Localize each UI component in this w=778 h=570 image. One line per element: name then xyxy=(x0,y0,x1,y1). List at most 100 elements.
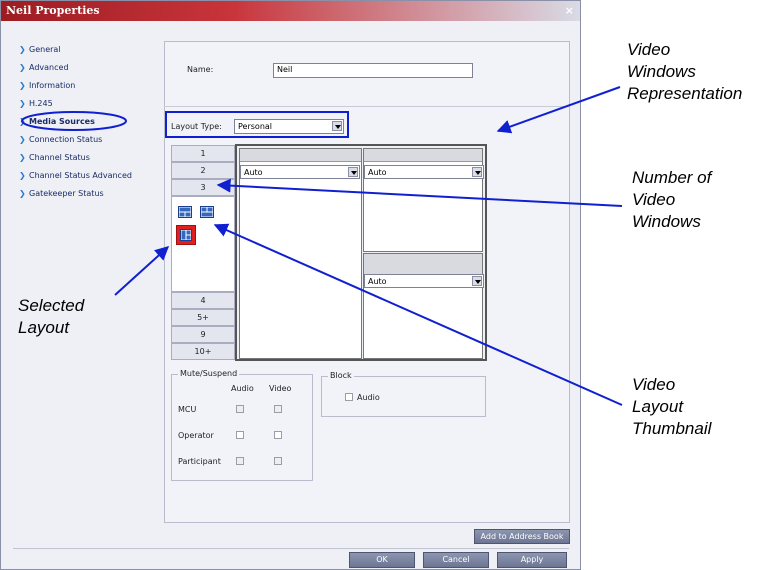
close-icon[interactable]: × xyxy=(565,4,574,17)
layout-type-select[interactable]: Personal xyxy=(234,119,344,134)
block-audio-label: Audio xyxy=(357,393,380,402)
apply-button[interactable]: Apply xyxy=(497,552,567,568)
nav-item-media-sources[interactable]: ❯ Media Sources xyxy=(19,117,132,135)
name-field[interactable]: Neil xyxy=(273,63,473,78)
video-window-header xyxy=(364,254,482,275)
add-to-address-book-button[interactable]: Add to Address Book xyxy=(474,529,570,544)
window-title: Neil Properties xyxy=(6,4,100,17)
annotation-line: Video xyxy=(632,375,676,394)
annotation-line: Windows xyxy=(632,212,701,231)
nav-item-gatekeeper-status[interactable]: ❯ Gatekeeper Status xyxy=(19,189,132,207)
video-window-1[interactable] xyxy=(239,148,362,359)
layout-type-value: Personal xyxy=(238,122,273,131)
nav-item-label: General xyxy=(29,45,61,54)
video-source-select-3[interactable]: Auto xyxy=(364,274,484,288)
annotation-video-layout-thumbnail: Video Layout Thumbnail xyxy=(632,374,711,440)
mute-row-participant: Participant xyxy=(178,457,221,466)
cancel-button[interactable]: Cancel xyxy=(423,552,489,568)
annotation-line: Layout xyxy=(632,397,684,416)
layout-thumbnail-bottom-split[interactable] xyxy=(200,206,214,218)
layout-tab-3[interactable]: 3 xyxy=(171,179,235,196)
mcu-audio-checkbox xyxy=(236,405,244,413)
chevron-right-icon: ❯ xyxy=(19,81,26,90)
annotation-line: Thumbnail xyxy=(632,419,712,438)
chevron-right-icon: ❯ xyxy=(19,63,26,72)
mute-video-column: Video xyxy=(269,384,292,393)
nav-item-label: Connection Status xyxy=(29,135,103,144)
layout-tab-1[interactable]: 1 xyxy=(171,145,235,162)
annotation-line: Number of xyxy=(632,168,712,187)
operator-video-checkbox[interactable] xyxy=(274,431,282,439)
video-window-header xyxy=(364,149,482,162)
video-window-2[interactable] xyxy=(363,148,483,252)
annotation-line: Windows xyxy=(627,62,696,81)
nav-item-channel-status[interactable]: ❯ Channel Status xyxy=(19,153,132,171)
mute-suspend-title: Mute/Suspend xyxy=(178,369,240,378)
annotation-line: Selected xyxy=(18,296,85,315)
nav-item-advanced[interactable]: ❯ Advanced xyxy=(19,63,132,81)
nav-item-general[interactable]: ❯ General xyxy=(19,45,132,63)
video-window-3[interactable] xyxy=(363,253,483,359)
layout-tab-4[interactable]: 4 xyxy=(171,292,235,309)
layout-tab-2[interactable]: 2 xyxy=(171,162,235,179)
divider xyxy=(164,106,570,107)
nav-item-label: Media Sources xyxy=(29,117,95,126)
participant-video-checkbox xyxy=(274,457,282,465)
selected-layout-thumbnail[interactable] xyxy=(176,225,196,245)
mute-row-mcu: MCU xyxy=(178,405,197,414)
divider xyxy=(13,548,569,549)
chevron-right-icon: ❯ xyxy=(19,117,26,126)
properties-window: Neil Properties × ❯ General ❯ Advanced ❯ In… xyxy=(0,0,581,570)
nav-item-information[interactable]: ❯ Information xyxy=(19,81,132,99)
annotation-selected-layout: Selected Layout xyxy=(18,295,84,339)
layout-type-label: Layout Type: xyxy=(171,122,222,131)
layout-tab-5plus[interactable]: 5+ xyxy=(171,309,235,326)
annotation-line: Video xyxy=(627,40,671,59)
name-label: Name: xyxy=(187,65,214,74)
chevron-down-icon xyxy=(332,121,342,131)
video-source-value: Auto xyxy=(368,277,387,286)
participant-audio-checkbox xyxy=(236,457,244,465)
annotation-number-of-windows: Number of Video Windows xyxy=(632,167,711,233)
nav-item-label: Channel Status Advanced xyxy=(29,171,132,180)
layout-side-split-icon xyxy=(180,229,192,241)
video-window-header xyxy=(240,149,361,162)
mute-row-operator: Operator xyxy=(178,431,214,440)
block-audio-checkbox[interactable] xyxy=(345,393,353,401)
nav-item-label: Channel Status xyxy=(29,153,90,162)
chevron-right-icon: ❯ xyxy=(19,135,26,144)
chevron-right-icon: ❯ xyxy=(19,171,26,180)
block-title: Block xyxy=(328,371,354,380)
operator-audio-checkbox[interactable] xyxy=(236,431,244,439)
annotation-video-windows-representation: Video Windows Representation xyxy=(627,39,742,105)
chevron-right-icon: ❯ xyxy=(19,45,26,54)
video-source-value: Auto xyxy=(368,168,387,177)
chevron-down-icon xyxy=(348,167,358,177)
title-bar: Neil Properties × xyxy=(1,1,580,21)
mcu-video-checkbox xyxy=(274,405,282,413)
annotation-line: Layout xyxy=(18,318,70,337)
side-navigation: ❯ General ❯ Advanced ❯ Information ❯ H.245 ❯… xyxy=(19,45,132,207)
ok-button[interactable]: OK xyxy=(349,552,415,568)
layout-tab-9[interactable]: 9 xyxy=(171,326,235,343)
nav-item-connection-status[interactable]: ❯ Connection Status xyxy=(19,135,132,153)
chevron-down-icon xyxy=(472,276,482,286)
video-source-select-1[interactable]: Auto xyxy=(240,165,360,179)
nav-item-label: Gatekeeper Status xyxy=(29,189,104,198)
nav-item-label: Advanced xyxy=(29,63,69,72)
nav-item-label: Information xyxy=(29,81,76,90)
annotation-line: Representation xyxy=(627,84,743,103)
layout-thumbnail-top-split[interactable] xyxy=(178,206,192,218)
video-source-select-2[interactable]: Auto xyxy=(364,165,484,179)
nav-item-h245[interactable]: ❯ H.245 xyxy=(19,99,132,117)
chevron-right-icon: ❯ xyxy=(19,153,26,162)
chevron-right-icon: ❯ xyxy=(19,189,26,198)
layout-tab-10plus[interactable]: 10+ xyxy=(171,343,235,360)
mute-audio-column: Audio xyxy=(231,384,254,393)
nav-item-label: H.245 xyxy=(29,99,53,108)
chevron-down-icon xyxy=(472,167,482,177)
chevron-right-icon: ❯ xyxy=(19,99,26,108)
video-source-value: Auto xyxy=(244,168,263,177)
nav-item-channel-status-advanced[interactable]: ❯ Channel Status Advanced xyxy=(19,171,132,189)
annotation-line: Video xyxy=(632,190,676,209)
